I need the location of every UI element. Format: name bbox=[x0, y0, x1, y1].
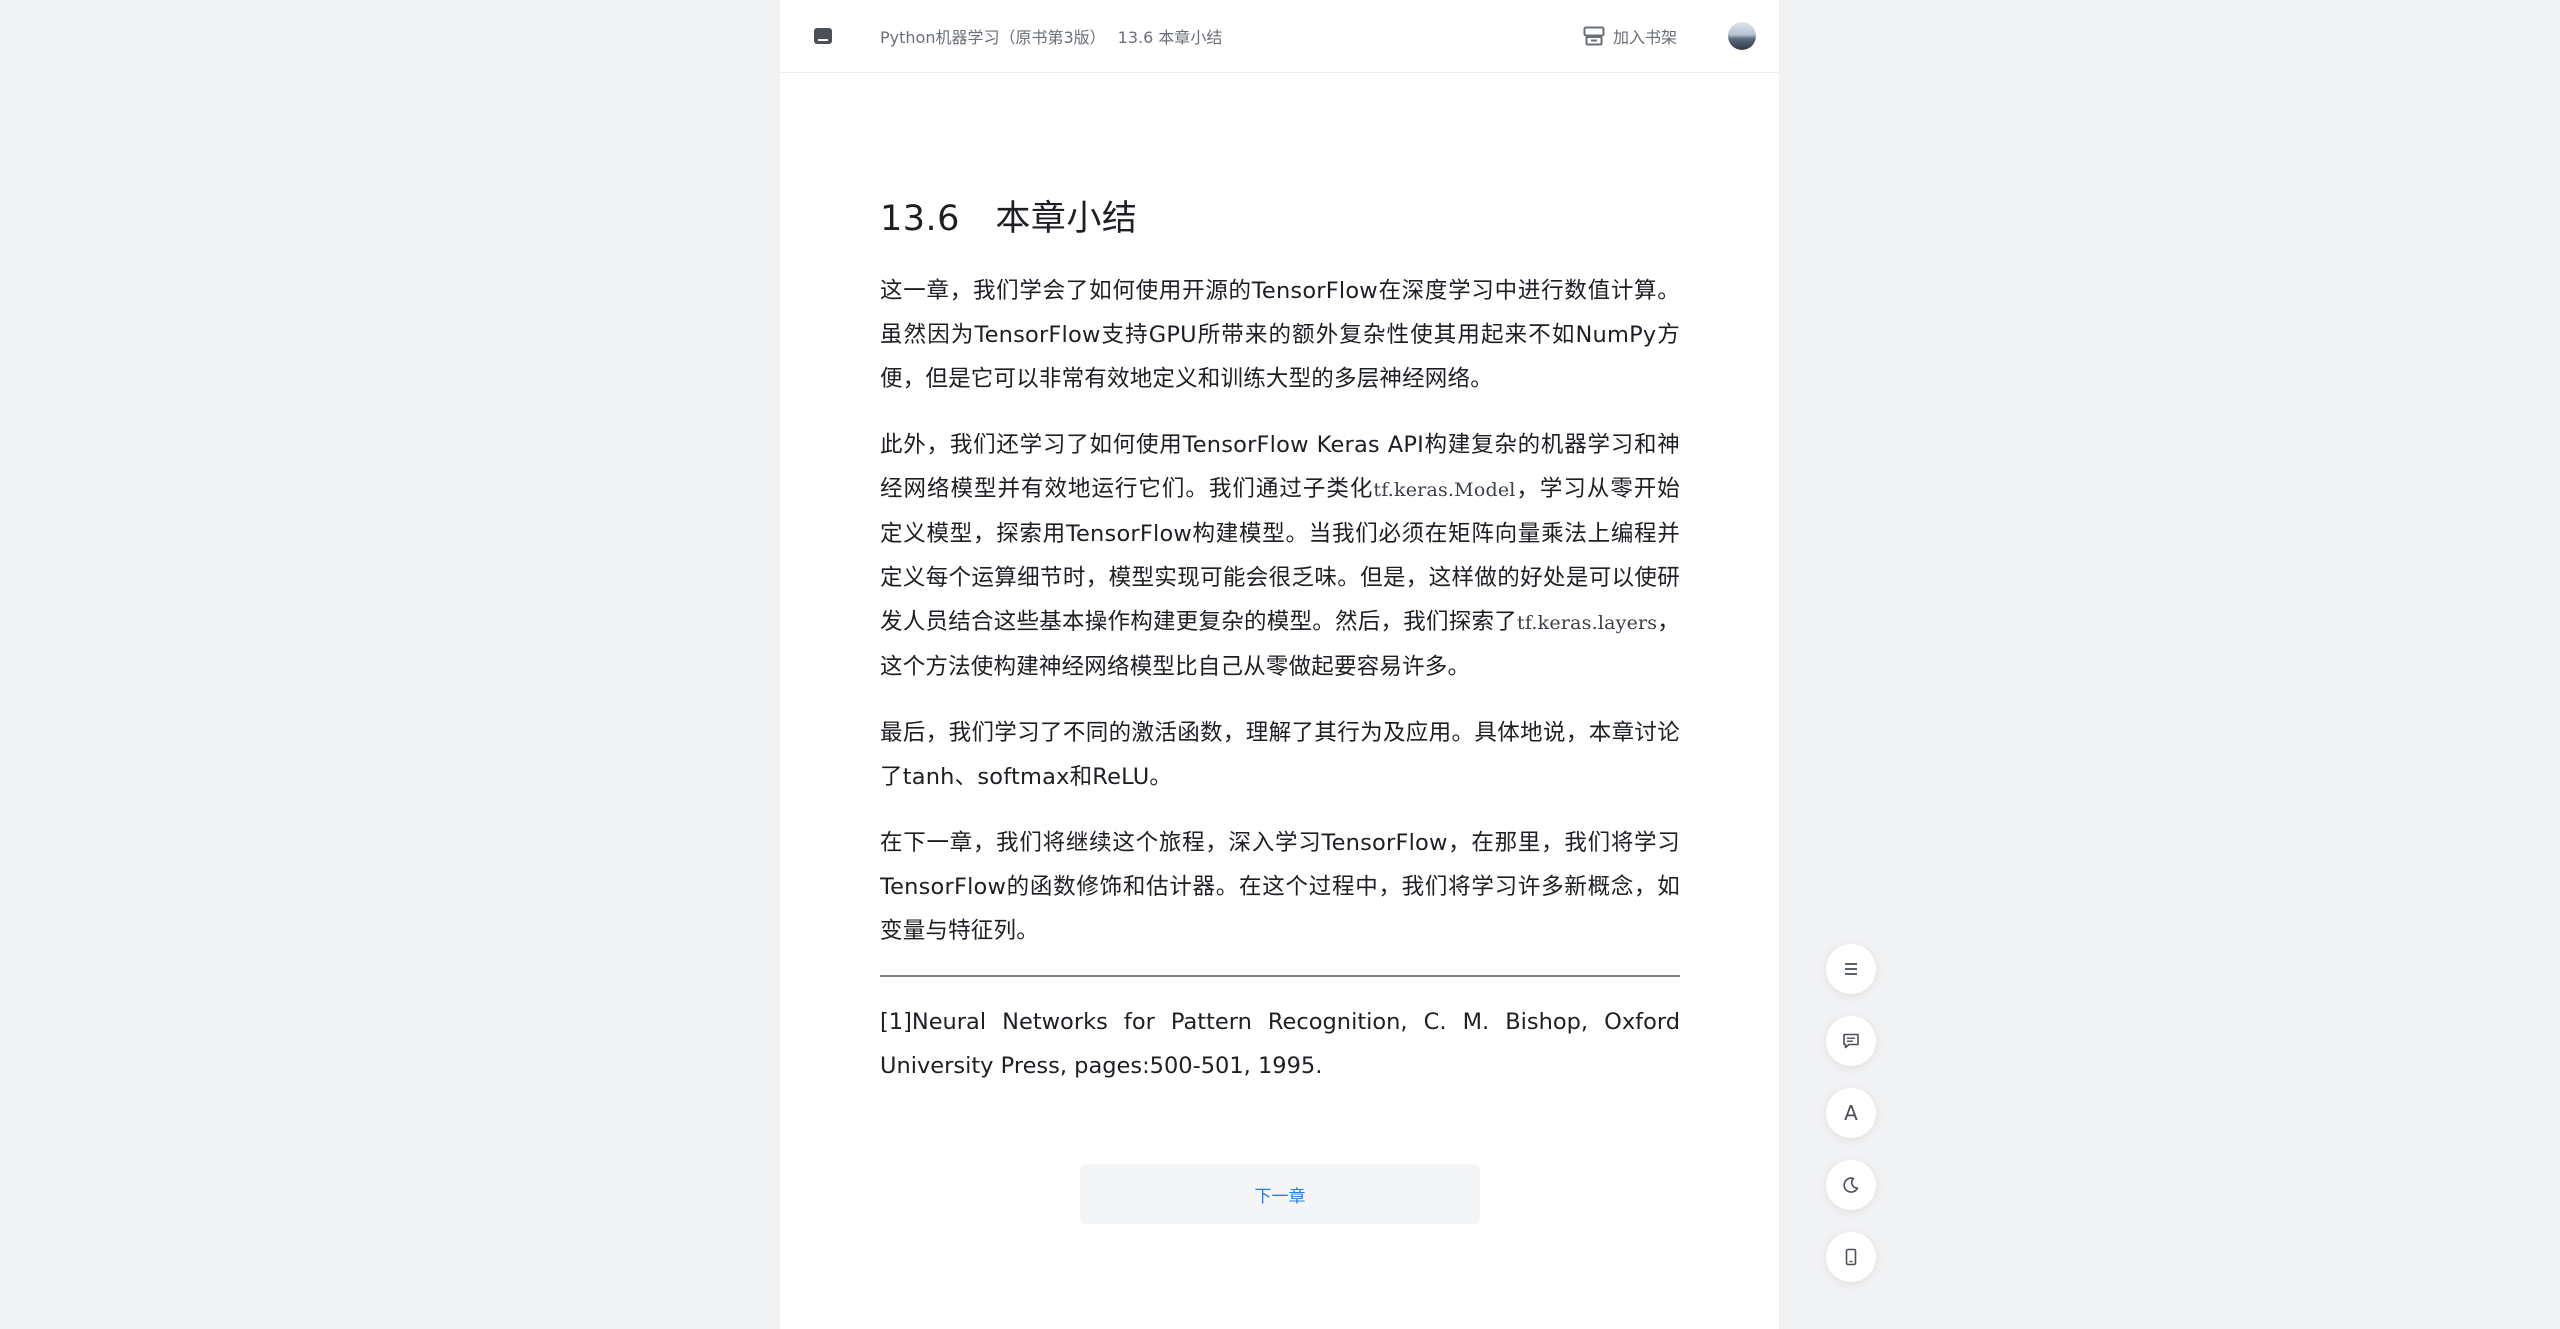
chapter-title: 13.6 本章小结 bbox=[880, 199, 1138, 239]
footnote: [1]Neural Networks for Pattern Recogniti… bbox=[880, 1008, 1680, 1079]
comment-icon bbox=[1843, 1033, 1859, 1049]
footnote-divider bbox=[880, 975, 1680, 977]
paragraph-3: 最后，我们学习了不同的激活函数，理解了其行为及应用。具体地说，本章讨论了tanh… bbox=[880, 720, 1680, 790]
add-to-shelf-button[interactable]: 加入书架 bbox=[1583, 22, 1677, 50]
code-tf-keras-layers: tf.keras.layers bbox=[1517, 612, 1658, 634]
section-title: 13.6 本章小结 bbox=[1117, 28, 1223, 47]
dark-mode-button[interactable] bbox=[1826, 1160, 1876, 1210]
top-bar: Python机器学习（原书第3版） 13.6 本章小结 加入书架 bbox=[780, 0, 1779, 73]
reader-page: Python机器学习（原书第3版） 13.6 本章小结 加入书架 13.6 本章小… bbox=[780, 0, 1779, 1329]
avatar[interactable] bbox=[1728, 22, 1756, 50]
table-of-contents-button[interactable] bbox=[1826, 944, 1876, 994]
bookshelf-home-icon[interactable] bbox=[810, 23, 836, 49]
add-to-shelf-label: 加入书架 bbox=[1613, 28, 1678, 47]
book-title[interactable]: Python机器学习（原书第3版） bbox=[880, 28, 1106, 47]
moon-icon bbox=[1843, 1177, 1859, 1193]
chapter-content: 13.6 本章小结 这一章，我们学会了如何使用开源的TensorFlow在深度学… bbox=[880, 190, 1680, 1110]
paragraph-1: 这一章，我们学会了如何使用开源的TensorFlow在深度学习中进行数值计算。虽… bbox=[880, 278, 1680, 392]
mobile-reading-button[interactable] bbox=[1826, 1232, 1876, 1282]
paragraph-2: 此外，我们还学习了如何使用TensorFlow Keras API构建复杂的机器… bbox=[880, 423, 1680, 689]
breadcrumb: Python机器学习（原书第3版） 13.6 本章小结 bbox=[880, 24, 1222, 48]
paragraph-4: 在下一章，我们将继续这个旅程，深入学习TensorFlow，在那里，我们将学习T… bbox=[880, 830, 1680, 944]
side-toolbar: A bbox=[1826, 944, 1876, 1304]
font-settings-button[interactable]: A bbox=[1826, 1088, 1876, 1138]
menu-icon bbox=[1845, 963, 1857, 975]
font-icon: A bbox=[1844, 1101, 1858, 1125]
phone-icon bbox=[1845, 1248, 1857, 1266]
notes-button[interactable] bbox=[1826, 1016, 1876, 1066]
next-chapter-button[interactable]: 下一章 bbox=[1080, 1164, 1480, 1224]
code-tf-keras-model: tf.keras.Model bbox=[1373, 479, 1516, 501]
shelf-icon bbox=[1583, 26, 1605, 46]
